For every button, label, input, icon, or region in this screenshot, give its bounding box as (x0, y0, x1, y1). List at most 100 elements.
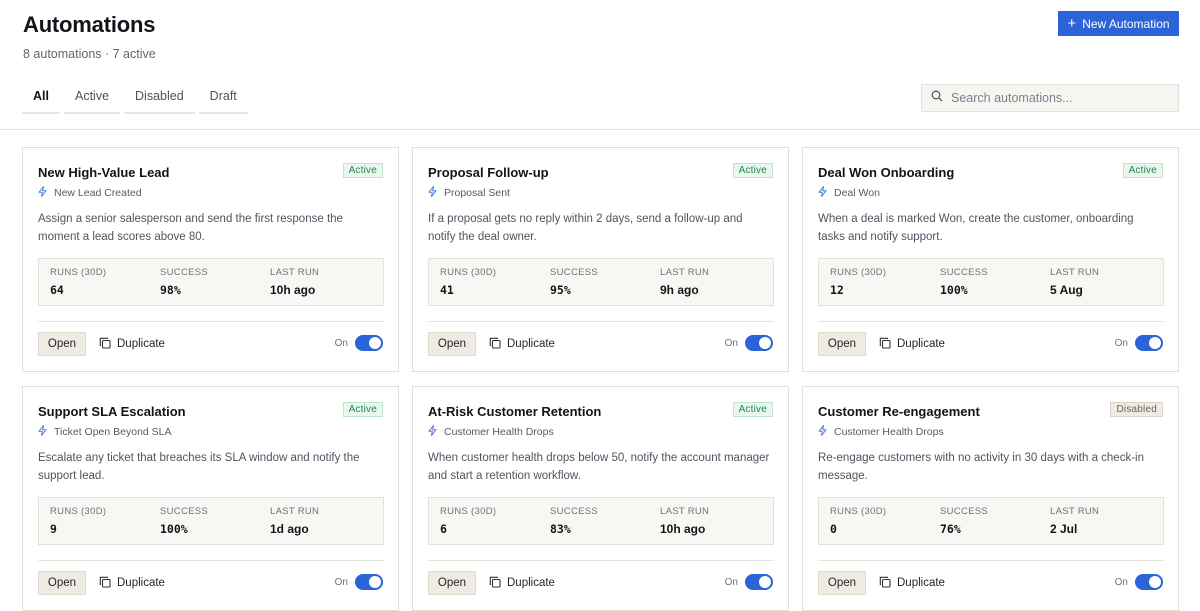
stat-last-run: LAST RUN 10h ago (660, 506, 709, 536)
trigger: New Lead Created (38, 186, 142, 200)
duplicate-label: Duplicate (507, 577, 555, 589)
stat-success-value: 76% (940, 522, 961, 536)
stat-last-run: LAST RUN 5 Aug (1050, 267, 1099, 297)
trigger-label: Customer Health Drops (834, 426, 944, 438)
open-button[interactable]: Open (428, 332, 476, 356)
automation-description: When customer health drops below 50, not… (428, 452, 770, 482)
trigger: Deal Won (818, 186, 880, 200)
automation-name: Support SLA Escalation (38, 404, 186, 419)
stat-runs: RUNS (30D) 12 (830, 267, 886, 297)
stat-success-value: 98% (160, 283, 181, 297)
stat-last-run: LAST RUN 10h ago (270, 267, 319, 297)
open-button[interactable]: Open (428, 571, 476, 595)
open-button[interactable]: Open (818, 332, 866, 356)
stat-runs-label: RUNS (30D) (830, 267, 887, 278)
open-button[interactable]: Open (818, 571, 866, 595)
trigger: Proposal Sent (428, 186, 510, 200)
stats-panel: RUNS (30D) 0 SUCCESS 76% LAST RUN 2 Jul (818, 497, 1164, 545)
stat-last-run-label: LAST RUN (660, 267, 710, 278)
tab-disabled[interactable]: Disabled (124, 86, 195, 114)
lightning-icon (38, 186, 47, 200)
stat-runs-value: 9 (50, 522, 57, 536)
stats-panel: RUNS (30D) 12 SUCCESS 100% LAST RUN 5 Au… (818, 258, 1164, 306)
stat-last-run-label: LAST RUN (1050, 506, 1100, 517)
stat-last-run-value: 2 Jul (1050, 522, 1078, 536)
stat-last-run-value: 10h ago (270, 283, 316, 297)
enabled-toggle[interactable] (355, 574, 383, 590)
automation-description: Assign a senior salesperson and send the… (38, 213, 343, 243)
copy-icon (489, 576, 501, 591)
trigger-label: Deal Won (834, 187, 880, 199)
stat-last-run-label: LAST RUN (270, 506, 320, 517)
duplicate-button[interactable]: Duplicate (489, 571, 555, 595)
page-title: Automations (23, 12, 156, 37)
stat-success: SUCCESS 98% (160, 267, 208, 297)
enabled-toggle[interactable] (745, 335, 773, 351)
duplicate-button[interactable]: Duplicate (879, 571, 945, 595)
trigger: Customer Health Drops (818, 425, 944, 439)
duplicate-label: Duplicate (507, 338, 555, 350)
trigger-label: New Lead Created (54, 187, 142, 199)
stat-success-value: 95% (550, 283, 571, 297)
stat-success-label: SUCCESS (550, 267, 599, 278)
lightning-icon (428, 186, 437, 200)
open-button[interactable]: Open (38, 571, 86, 595)
divider (818, 560, 1164, 561)
stat-runs: RUNS (30D) 9 (50, 506, 106, 536)
automation-description: Re-engage customers with no activity in … (818, 452, 1144, 482)
stat-last-run: LAST RUN 2 Jul (1050, 506, 1099, 536)
tab-all[interactable]: All (22, 86, 60, 114)
automation-card: Support SLA Escalation Active Ticket Ope… (22, 386, 399, 611)
stat-last-run-value: 1d ago (270, 522, 309, 536)
stat-success-value: 83% (550, 522, 571, 536)
trigger-label: Ticket Open Beyond SLA (54, 426, 172, 438)
trigger: Ticket Open Beyond SLA (38, 425, 172, 439)
stat-last-run-value: 9h ago (660, 283, 699, 297)
automation-card: New High-Value Lead Active New Lead Crea… (22, 147, 399, 372)
stat-runs: RUNS (30D) 0 (830, 506, 886, 536)
automation-name: New High-Value Lead (38, 165, 170, 180)
enabled-toggle[interactable] (745, 574, 773, 590)
copy-icon (489, 337, 501, 352)
divider (818, 321, 1164, 322)
enabled-toggle[interactable] (355, 335, 383, 351)
stat-last-run-label: LAST RUN (1050, 267, 1100, 278)
stat-runs-label: RUNS (30D) (440, 267, 497, 278)
search-box (921, 84, 1179, 112)
divider (428, 560, 774, 561)
duplicate-button[interactable]: Duplicate (879, 332, 945, 356)
enabled-toggle[interactable] (1135, 335, 1163, 351)
tab-active[interactable]: Active (63, 86, 121, 114)
lightning-icon (38, 425, 47, 439)
stat-runs-label: RUNS (30D) (50, 506, 107, 517)
duplicate-button[interactable]: Duplicate (99, 332, 165, 356)
status-badge: Disabled (1110, 402, 1163, 417)
stat-runs-value: 6 (440, 522, 447, 536)
stat-success: SUCCESS 76% (940, 506, 988, 536)
lightning-icon (818, 425, 827, 439)
copy-icon (879, 576, 891, 591)
stat-last-run-value: 10h ago (660, 522, 706, 536)
stat-success-value: 100% (160, 522, 188, 536)
stat-success-value: 100% (940, 283, 968, 297)
status-badge: Active (1122, 163, 1163, 178)
stat-success: SUCCESS 100% (940, 267, 988, 297)
automation-name: Deal Won Onboarding (818, 165, 955, 180)
copy-icon (879, 337, 891, 352)
automation-description: When a deal is marked Won, create the cu… (818, 213, 1134, 243)
search-input[interactable] (951, 91, 1171, 105)
stat-runs-label: RUNS (30D) (830, 506, 887, 517)
enabled-toggle[interactable] (1135, 574, 1163, 590)
stat-runs: RUNS (30D) 6 (440, 506, 496, 536)
duplicate-button[interactable]: Duplicate (489, 332, 555, 356)
toggle-label: On (724, 577, 738, 588)
trigger: Customer Health Drops (428, 425, 554, 439)
tab-draft[interactable]: Draft (198, 86, 248, 114)
toggle-label: On (1114, 577, 1128, 588)
open-button[interactable]: Open (38, 332, 86, 356)
status-badge: Active (732, 402, 773, 417)
duplicate-label: Duplicate (117, 577, 165, 589)
stat-success-label: SUCCESS (160, 267, 209, 278)
duplicate-button[interactable]: Duplicate (99, 571, 165, 595)
new-automation-button[interactable]: + New Automation (1058, 11, 1179, 36)
